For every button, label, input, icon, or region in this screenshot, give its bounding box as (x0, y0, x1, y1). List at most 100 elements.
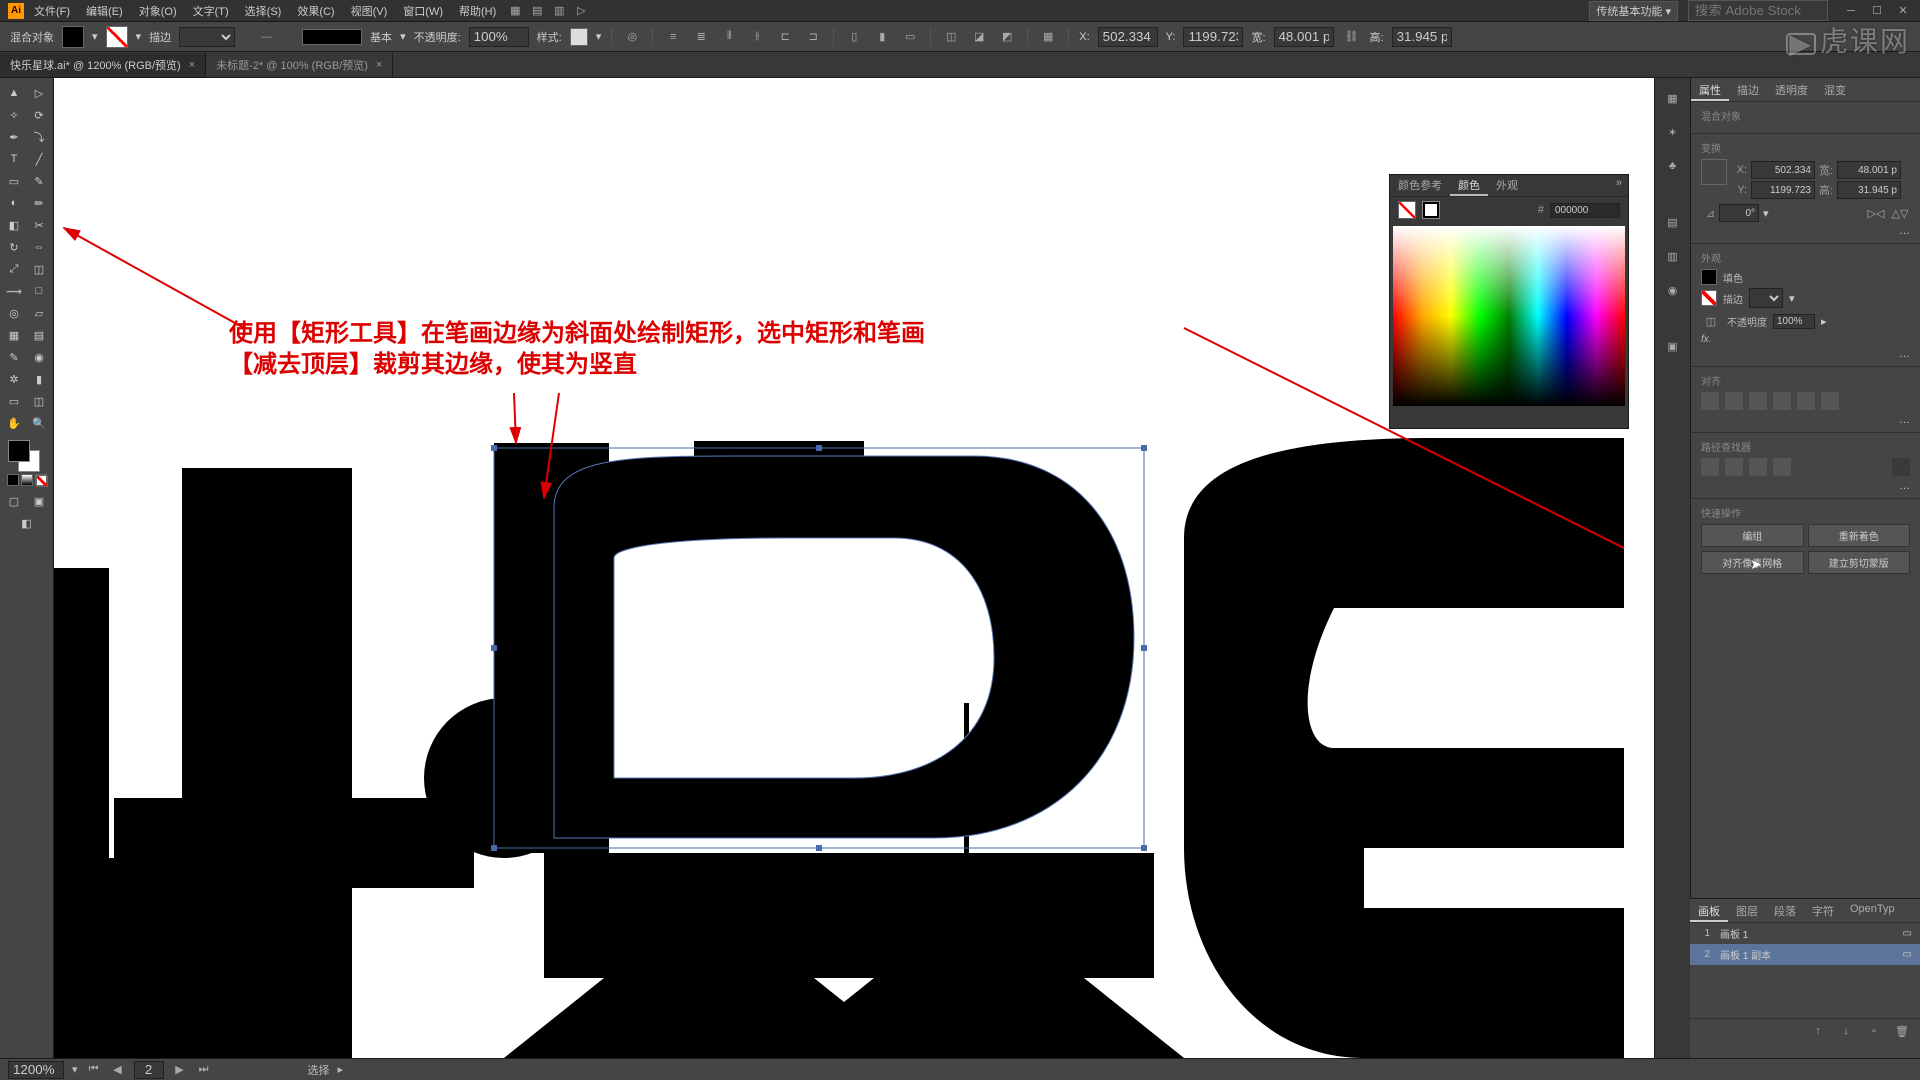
ab-tab-ot[interactable]: OpenTyp (1842, 899, 1903, 922)
pf-exclude[interactable] (1773, 458, 1791, 476)
search-stock-input[interactable] (1688, 0, 1828, 21)
align-4-icon[interactable]: ⫲ (747, 27, 767, 47)
graph-tool[interactable]: ▮ (27, 368, 52, 390)
brush-preview[interactable] (302, 29, 362, 45)
mesh-tool[interactable]: ▦ (2, 324, 27, 346)
align-3-icon[interactable]: ⫴ (719, 27, 739, 47)
pencil-tool[interactable]: ✏ (27, 192, 52, 214)
artboard-row[interactable]: 2画板 1 副本▭ (1690, 944, 1920, 965)
flip-v-icon[interactable]: △▽ (1890, 203, 1910, 223)
direct-select-tool[interactable]: ▷ (27, 82, 52, 104)
artboard-row[interactable]: 1画板 1▭ (1690, 923, 1920, 944)
ab-tab-layers[interactable]: 图层 (1728, 899, 1766, 922)
stroke-weight-dd-2[interactable] (1749, 288, 1783, 308)
fx-label[interactable]: fx. (1701, 334, 1712, 345)
opacity-icon[interactable]: ◫ (1701, 311, 1721, 331)
artboard-opts-icon[interactable]: ▭ (1903, 928, 1912, 939)
shape-builder-tool[interactable]: ◎ (2, 302, 27, 324)
link-wh-icon[interactable]: ⛓ (1342, 27, 1362, 47)
stroke-dd-icon-2[interactable]: ▾ (1789, 292, 1795, 305)
tab-blend[interactable]: 混变 (1816, 78, 1854, 101)
line-tool[interactable]: ╱ (27, 148, 52, 170)
menu-object[interactable]: 对象(O) (133, 1, 183, 21)
next-ab-icon[interactable]: ▶ (172, 1062, 188, 1078)
align-right[interactable] (1749, 392, 1767, 410)
ref-point-grid[interactable] (1701, 159, 1727, 185)
magic-wand-tool[interactable]: ✧ (2, 104, 27, 126)
scale-tool[interactable]: ⤢ (2, 258, 27, 280)
scissors-tool[interactable]: ✂ (27, 214, 52, 236)
recolor-icon[interactable]: ◎ (622, 27, 642, 47)
bridge-icon[interactable]: ▦ (506, 2, 524, 20)
opacity-input[interactable] (469, 27, 529, 47)
align-2-icon[interactable]: ≣ (691, 27, 711, 47)
align-left[interactable] (1701, 392, 1719, 410)
shear-tool[interactable]: ◫ (27, 258, 52, 280)
mini-swatches[interactable] (7, 474, 47, 486)
tab-active[interactable]: 快乐星球.ai* @ 1200% (RGB/预览)× (0, 53, 206, 77)
artboard-tool[interactable]: ▭ (2, 390, 27, 412)
more-icon-4[interactable]: … (1899, 480, 1910, 492)
menu-file[interactable]: 文件(F) (28, 1, 76, 21)
minimize-icon[interactable]: ─ (1842, 2, 1860, 20)
angle-dd-icon[interactable]: ▾ (1763, 207, 1769, 220)
align-vcenter[interactable] (1797, 392, 1815, 410)
path-3-icon[interactable]: ◩ (997, 27, 1017, 47)
libraries-icon[interactable]: ▦ (1661, 86, 1685, 110)
appearance-tab[interactable]: 外观 (1488, 175, 1526, 196)
menu-edit[interactable]: 编辑(E) (80, 1, 129, 21)
hand-tool[interactable]: ✋ (2, 412, 27, 434)
menu-view[interactable]: 视图(V) (345, 1, 394, 21)
stroke-panel-icon[interactable]: ▤ (1661, 210, 1685, 234)
lasso-tool[interactable]: ⟳ (27, 104, 52, 126)
stroke-weight-dd[interactable] (179, 27, 235, 47)
ab-new-icon[interactable]: ▫ (1864, 1021, 1884, 1041)
selection-tool[interactable]: ▲ (2, 82, 27, 104)
path-1-icon[interactable]: ◫ (941, 27, 961, 47)
swatch-dd-icon[interactable]: ▾ (92, 30, 98, 43)
shaper-tool[interactable]: ◐ (2, 192, 27, 214)
opacity-dd-icon[interactable]: ▸ (1821, 315, 1827, 328)
brush-dd-icon[interactable]: ▾ (400, 30, 406, 43)
fill-swatch[interactable] (62, 26, 84, 48)
screen-mode-2[interactable]: ▣ (27, 490, 52, 512)
prev-ab-icon[interactable]: ◀ (110, 1062, 126, 1078)
align-1-icon[interactable]: ≡ (663, 27, 683, 47)
last-ab-icon[interactable]: ⏭ (196, 1062, 212, 1078)
pf-unite[interactable] (1701, 458, 1719, 476)
rectangle-tool[interactable]: ▭ (2, 170, 27, 192)
slice-tool[interactable]: ◫ (27, 390, 52, 412)
path-2-icon[interactable]: ◪ (969, 27, 989, 47)
gradient-tool[interactable]: ▤ (27, 324, 52, 346)
blend-tool[interactable]: ◉ (27, 346, 52, 368)
spectrum-picker[interactable] (1393, 226, 1625, 406)
style-dd-icon[interactable]: ▾ (596, 30, 602, 43)
opacity-input-2[interactable] (1773, 314, 1815, 329)
prop-w-input[interactable] (1837, 161, 1901, 179)
prop-h-input[interactable] (1837, 181, 1901, 199)
brush-tool[interactable]: ✎ (27, 170, 52, 192)
align-hcenter[interactable] (1725, 392, 1743, 410)
color-panel[interactable]: 颜色参考 颜色 外观 » # (1389, 174, 1629, 429)
close-tab-icon[interactable]: × (189, 59, 195, 71)
color-panel-icon[interactable]: ◉ (1661, 278, 1685, 302)
screen-mode-1[interactable]: ▢ (2, 490, 27, 512)
zoom-input[interactable] (8, 1061, 64, 1079)
arrange-icon[interactable]: ▥ (550, 2, 568, 20)
artboard-opts-icon[interactable]: ▭ (1903, 949, 1912, 960)
workspace-switcher[interactable]: 传统基本功能 ▾ (1589, 1, 1678, 21)
reflect-tool[interactable]: ⇔ (27, 236, 52, 258)
status-dd-icon[interactable]: ▸ (338, 1063, 344, 1076)
menu-help[interactable]: 帮助(H) (453, 1, 502, 21)
zoom-dd-icon[interactable]: ▾ (72, 1063, 78, 1076)
prop-y-input[interactable] (1751, 181, 1815, 199)
tab-stroke[interactable]: 描边 (1729, 78, 1767, 101)
ab-index-input[interactable] (134, 1061, 164, 1079)
prop-x-input[interactable] (1751, 161, 1815, 179)
h-input[interactable] (1392, 27, 1452, 47)
stroke-dd-icon[interactable]: ▾ (136, 30, 142, 43)
menu-effect[interactable]: 效果(C) (291, 1, 340, 21)
more-icon[interactable]: … (1899, 225, 1910, 237)
menu-type[interactable]: 文字(T) (187, 1, 235, 21)
first-ab-icon[interactable]: ⏮ (86, 1062, 102, 1078)
